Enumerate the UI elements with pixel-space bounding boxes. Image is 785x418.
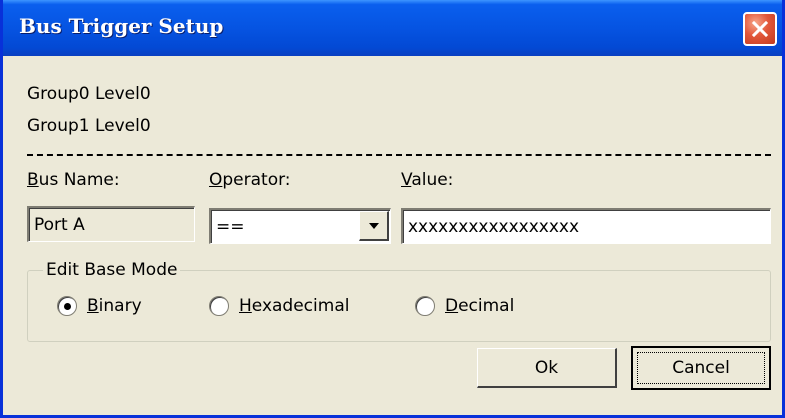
value-input[interactable]: xxxxxxxxxxxxxxxxx xyxy=(401,208,771,244)
decimal-label-text: ecimal xyxy=(458,296,515,316)
ok-button-label: Ok xyxy=(534,357,559,378)
close-button[interactable] xyxy=(743,12,777,46)
binary-accelerator: B xyxy=(87,296,99,316)
ok-button[interactable]: Ok xyxy=(477,348,617,388)
group0-level-text: Group0 Level0 xyxy=(27,84,151,104)
radio-decimal-label[interactable]: Decimal xyxy=(445,296,514,316)
edit-base-mode-legend: Edit Base Mode xyxy=(43,260,181,280)
radio-hexadecimal-label[interactable]: Hexadecimal xyxy=(239,296,349,316)
bus-name-field: Port A xyxy=(27,206,195,242)
bus-name-label: Bus Name: xyxy=(27,170,120,190)
window-title: Bus Trigger Setup xyxy=(19,14,224,38)
cancel-button[interactable]: Cancel xyxy=(631,346,771,390)
decimal-accelerator: D xyxy=(445,296,459,316)
operator-dropdown-button[interactable] xyxy=(359,211,389,241)
bus-name-value: Port A xyxy=(29,208,194,241)
value-accelerator: V xyxy=(401,170,412,190)
radio-decimal-button[interactable] xyxy=(415,296,435,316)
operator-select[interactable]: == xyxy=(209,208,391,244)
value-label: Value: xyxy=(401,170,453,190)
operator-label: Operator: xyxy=(209,170,291,190)
radio-hexadecimal-button[interactable] xyxy=(209,296,229,316)
binary-label-text: inary xyxy=(98,296,142,316)
bus-name-accelerator: B xyxy=(27,170,39,190)
operator-label-text: perator: xyxy=(222,170,291,190)
value-text: xxxxxxxxxxxxxxxxx xyxy=(403,210,770,243)
hexadecimal-label-text: exadecimal xyxy=(251,296,350,316)
close-icon xyxy=(751,20,769,38)
hexadecimal-accelerator: H xyxy=(239,296,252,316)
bus-trigger-setup-dialog: Bus Trigger Setup Group0 Level0 Group1 L… xyxy=(0,0,785,418)
operator-accelerator: O xyxy=(209,170,223,190)
focus-rect xyxy=(637,352,765,384)
radio-binary-label[interactable]: Binary xyxy=(87,296,142,316)
radio-binary-button[interactable] xyxy=(57,296,77,316)
separator xyxy=(27,154,771,156)
value-label-text: alue: xyxy=(411,170,454,190)
bus-name-label-text: us Name: xyxy=(38,170,120,190)
title-bar[interactable]: Bus Trigger Setup xyxy=(3,0,782,56)
group1-level-text: Group1 Level0 xyxy=(27,116,151,136)
chevron-down-icon xyxy=(368,222,379,229)
radio-selected-dot xyxy=(64,303,71,310)
